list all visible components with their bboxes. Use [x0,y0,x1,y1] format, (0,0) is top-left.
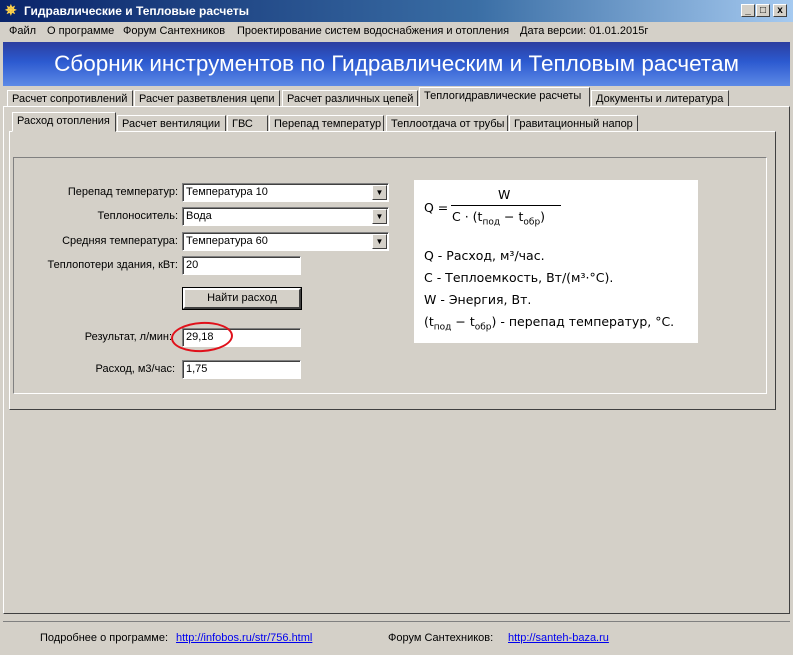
menu-bar: Файл О программе Форум Сантехников Проек… [0,22,793,41]
tab-thermohydraulic[interactable]: Теплогидравлические расчеты [419,87,590,107]
subtab-gravity[interactable]: Гравитационный напор [509,115,638,132]
avg-temp-value: Температура 60 [186,235,268,247]
title-bar[interactable]: ✵ Гидравлические и Тепловые расчеты _ □ … [0,0,793,22]
close-button[interactable]: x [773,4,787,17]
formula-numerator: W [498,187,511,202]
menu-file[interactable]: Файл [9,25,36,37]
heat-loss-input[interactable]: 20 [182,256,301,275]
menu-version[interactable]: Дата версии: 01.01.2015г [520,25,648,37]
avg-temp-label: Средняя температура: [62,235,178,247]
subtab-temp-diff[interactable]: Перепад температур [269,115,384,132]
formula-panel: Q = W C · (tпод − tобр) Q - Расход, м³/ч… [414,180,698,343]
legend-c: C - Теплоемкость, Вт/(м³·°С). [424,270,614,285]
minimize-button[interactable]: _ [741,4,755,17]
window-title: Гидравлические и Тепловые расчеты [24,4,250,18]
tab-resistance[interactable]: Расчет сопротивлений [7,90,133,107]
forum-link[interactable]: http://santeh-baza.ru [508,632,609,644]
about-label: Подробнее о программе: [40,632,169,644]
subtab-dhw[interactable]: ГВС [227,115,268,132]
menu-forum[interactable]: Форум Сантехников [123,25,225,37]
subtab-heating-flow[interactable]: Расход отопления [12,112,116,132]
flow-label: Расход, м3/час: [95,363,175,375]
footer-bar: Подробнее о программе: http://infobos.ru… [3,621,790,651]
menu-about[interactable]: О программе [47,25,114,37]
banner: Сборник инструментов по Гидравлическим и… [3,42,790,86]
tab-circuits[interactable]: Расчет различных цепей [282,90,418,107]
find-flow-button[interactable]: Найти расход [182,287,302,310]
menu-design[interactable]: Проектирование систем водоснабжения и от… [237,25,509,37]
flow-output[interactable]: 1,75 [182,360,301,379]
temp-diff-select[interactable]: Температура 10 ▼ [182,183,389,202]
avg-temp-select[interactable]: Температура 60 ▼ [182,232,389,251]
coolant-select[interactable]: Вода ▼ [182,207,389,226]
result-label: Результат, л/мин: [84,331,172,343]
tab-branching[interactable]: Расчет разветвления цепи [134,90,280,107]
forum-label: Форум Сантехников: [388,632,494,644]
temp-diff-value: Температура 10 [186,186,268,198]
tab-documents[interactable]: Документы и литература [591,90,729,107]
legend-w: W - Энергия, Вт. [424,292,532,307]
subtab-pipe-heat[interactable]: Теплоотдача от трубы [386,115,508,132]
temp-diff-label: Перепад температур: [67,186,178,198]
fraction-bar [451,205,561,206]
formula-denominator: C · (tпод − tобр) [452,209,546,228]
legend-q: Q - Расход, м³/час. [424,248,545,263]
subtab-ventilation[interactable]: Расчет вентиляции [117,115,226,132]
formula-lhs: Q = [424,200,449,215]
maximize-button[interactable]: □ [756,4,770,17]
app-gear-icon: ✵ [5,2,17,18]
chevron-down-icon[interactable]: ▼ [372,209,387,224]
heat-loss-label: Теплопотери здания, кВт: [47,259,178,271]
about-link[interactable]: http://infobos.ru/str/756.html [176,632,312,644]
chevron-down-icon[interactable]: ▼ [372,234,387,249]
coolant-label: Теплоноситель: [97,210,178,222]
chevron-down-icon[interactable]: ▼ [372,185,387,200]
legend-dt: (tпод − tобр) - перепад температур, °С. [424,314,675,333]
coolant-value: Вода [186,210,212,222]
